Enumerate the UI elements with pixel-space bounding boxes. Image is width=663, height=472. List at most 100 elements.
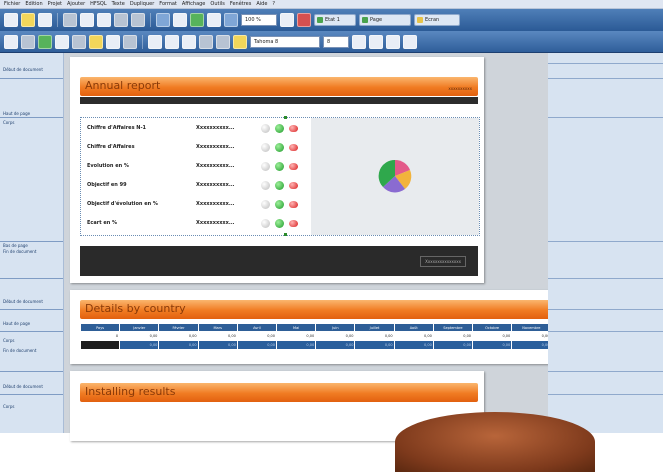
report-page-annual[interactable]: Annual report xxxxxxxxxx Chiffre d'Affai…	[70, 57, 484, 283]
column-header[interactable]: Octobre	[472, 323, 513, 332]
color-icon[interactable]	[233, 34, 247, 49]
menu-item[interactable]: Aide	[256, 1, 267, 7]
cut-icon[interactable]	[63, 13, 77, 27]
run-icon[interactable]	[190, 13, 204, 27]
report-editor-canvas[interactable]: Annual report xxxxxxxxxx Chiffre d'Affai…	[64, 53, 650, 441]
kpi-row[interactable]: Chiffre d'Affaires N-1 Xxxxxxxxxx...	[81, 120, 311, 138]
italic-icon[interactable]	[165, 34, 179, 49]
menu-item[interactable]: ?	[272, 1, 275, 7]
menu-item[interactable]: Edition	[25, 1, 42, 7]
kpi-row[interactable]: Chiffre d'Affaires Xxxxxxxxxx...	[81, 139, 311, 157]
chart-icon[interactable]	[72, 34, 86, 49]
align-icon[interactable]	[156, 13, 170, 27]
section-divider	[0, 117, 63, 118]
select-icon[interactable]	[4, 34, 18, 49]
footer-field[interactable]: Xxxxxxxxxxxxxxx	[420, 256, 466, 267]
fill-icon[interactable]	[403, 34, 417, 49]
selection-handle[interactable]	[284, 116, 287, 119]
section-label[interactable]: Début de document	[3, 299, 43, 304]
menu-item[interactable]: Outils	[210, 1, 224, 7]
grid-icon[interactable]	[173, 13, 187, 27]
menu-item[interactable]: Fenêtres	[230, 1, 252, 7]
undo-icon[interactable]	[114, 13, 128, 27]
redo-icon[interactable]	[131, 13, 145, 27]
column-header[interactable]: Août	[393, 323, 434, 332]
kpi-row[interactable]: Evolution en % Xxxxxxxxxx...	[81, 158, 311, 176]
menu-item[interactable]: Format	[159, 1, 177, 7]
line-icon[interactable]	[123, 34, 137, 49]
stop-icon[interactable]	[297, 13, 311, 27]
table-cell: 0,00	[511, 331, 552, 341]
menu-item[interactable]: Fichier	[4, 1, 20, 7]
section-label[interactable]: Haut de page	[3, 111, 30, 116]
save-icon[interactable]	[38, 13, 52, 27]
font-size-select[interactable]: 8	[323, 35, 349, 48]
column-header[interactable]: Mars	[197, 323, 238, 332]
justify-icon[interactable]	[369, 34, 383, 49]
column-header[interactable]: Avril	[236, 323, 278, 332]
column-header[interactable]: Novembre	[511, 323, 552, 332]
pill-etat[interactable]: Etat 1	[314, 14, 356, 26]
hand-photo-overlay	[395, 412, 595, 472]
column-header[interactable]: Janvier	[119, 323, 160, 332]
section-label[interactable]: Corps	[3, 404, 15, 409]
pill-ecran[interactable]: Ecran	[414, 14, 460, 26]
font-select[interactable]: Tahoma 8	[250, 35, 320, 48]
table-cell: 0,00	[354, 340, 395, 350]
align-right-icon[interactable]	[216, 34, 230, 49]
image-icon[interactable]	[38, 34, 52, 49]
zoom-select[interactable]: 100 %	[241, 14, 277, 26]
section-label[interactable]: Fin de document	[3, 249, 36, 254]
test-icon[interactable]	[224, 13, 238, 27]
section-label[interactable]: Haut de page	[3, 321, 30, 326]
section-label[interactable]: Corps	[3, 120, 15, 125]
menu-item[interactable]: Texte	[112, 1, 125, 7]
table-cell: 0,00	[432, 340, 474, 350]
report-header-bar[interactable]: Annual report xxxxxxxxxx	[80, 77, 478, 96]
new-icon[interactable]	[4, 13, 18, 27]
column-header[interactable]: Septembre	[432, 323, 474, 332]
kpi-value: Xxxxxxxxxx...	[196, 220, 235, 226]
preview-icon[interactable]	[207, 13, 221, 27]
paste-icon[interactable]	[97, 13, 111, 27]
label-icon[interactable]	[21, 34, 35, 49]
pill-page[interactable]: Page	[359, 14, 411, 26]
table-icon[interactable]	[55, 34, 69, 49]
ok-indicator-icon	[275, 143, 284, 152]
menu-item[interactable]: HFSQL	[90, 1, 106, 7]
align-center-icon[interactable]	[352, 34, 366, 49]
copy-icon[interactable]	[80, 13, 94, 27]
border-icon[interactable]	[386, 34, 400, 49]
zoom-in-icon[interactable]	[280, 13, 294, 27]
menu-item[interactable]: Projet	[48, 1, 62, 7]
kpi-block[interactable]: Chiffre d'Affaires N-1 Xxxxxxxxxx... Chi…	[80, 116, 480, 236]
column-header[interactable]: Mai	[276, 323, 317, 332]
underline-icon[interactable]	[182, 34, 196, 49]
section-label[interactable]: Corps	[3, 338, 15, 343]
column-header[interactable]: Février	[158, 323, 199, 332]
report-header-bar[interactable]: Installing results	[80, 383, 478, 402]
pie-chart-placeholder[interactable]	[311, 118, 479, 235]
align-left-icon[interactable]	[199, 34, 213, 49]
section-label[interactable]: Début de document	[3, 67, 43, 72]
section-label[interactable]: Bas de page	[3, 243, 28, 248]
kpi-row[interactable]: Ecart en % Xxxxxxxxxx...	[81, 215, 311, 233]
kpi-row[interactable]: Objectif d'évolution en % Xxxxxxxxxx...	[81, 196, 311, 214]
column-header[interactable]: Pays	[79, 323, 121, 332]
shape-icon[interactable]	[89, 34, 103, 49]
table-cell: 0,00	[472, 340, 513, 350]
section-label[interactable]: Début de document	[3, 384, 43, 389]
barcode-icon[interactable]	[106, 34, 120, 49]
pie-chart-icon	[378, 159, 412, 193]
bold-icon[interactable]	[148, 34, 162, 49]
menu-item[interactable]: Ajouter	[67, 1, 85, 7]
menu-item[interactable]: Dupliquer	[130, 1, 154, 7]
menu-item[interactable]: Affichage	[182, 1, 206, 7]
column-header[interactable]: Juin	[315, 323, 356, 332]
open-icon[interactable]	[21, 13, 35, 27]
section-label[interactable]: Fin de document	[3, 348, 36, 353]
column-header[interactable]: Juillet	[354, 323, 395, 332]
table-cell	[79, 340, 121, 350]
selection-handle[interactable]	[284, 233, 287, 236]
kpi-row[interactable]: Objectif en 99 Xxxxxxxxxx...	[81, 177, 311, 195]
